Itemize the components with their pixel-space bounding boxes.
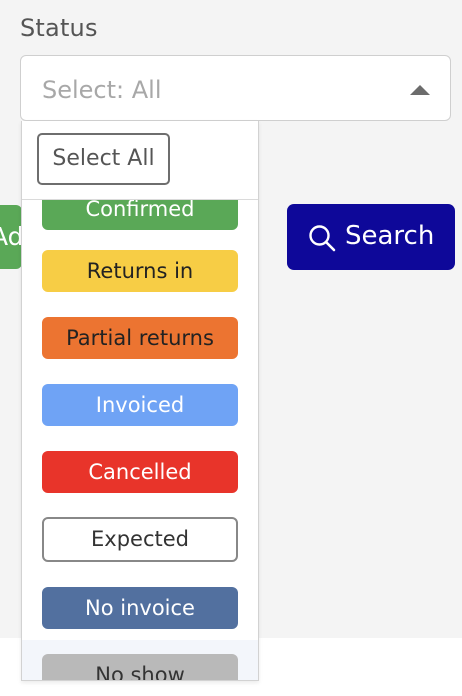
status-option-no-invoice[interactable]: No invoice bbox=[42, 587, 238, 629]
status-option-cancelled[interactable]: Cancelled bbox=[42, 451, 238, 493]
caret-up-icon[interactable] bbox=[410, 85, 430, 95]
status-options-list[interactable]: Confirmed Returns in Partial returns Inv… bbox=[22, 199, 258, 680]
status-option-partial-returns[interactable]: Partial returns bbox=[42, 317, 238, 359]
search-icon bbox=[309, 225, 336, 252]
dropdown-header: Select All bbox=[22, 121, 258, 200]
status-select[interactable]: Select: All bbox=[20, 55, 451, 121]
status-option-expected[interactable]: Expected bbox=[42, 517, 238, 562]
status-option-confirmed[interactable]: Confirmed bbox=[42, 199, 238, 230]
status-filter-label: Status bbox=[20, 14, 98, 42]
status-select-value: Select: All bbox=[42, 76, 162, 104]
search-button[interactable]: Search bbox=[287, 204, 455, 270]
search-button-label: Search bbox=[345, 221, 435, 251]
status-dropdown-menu[interactable]: Select All Confirmed Returns in Partial … bbox=[21, 121, 259, 681]
add-button-label: Ad bbox=[0, 222, 22, 251]
select-all-button[interactable]: Select All bbox=[37, 133, 170, 185]
add-button[interactable]: Ad bbox=[0, 205, 22, 269]
status-option-returns-in[interactable]: Returns in bbox=[42, 250, 238, 292]
status-option-no-show[interactable]: No show bbox=[42, 654, 238, 680]
status-option-invoiced[interactable]: Invoiced bbox=[42, 384, 238, 426]
